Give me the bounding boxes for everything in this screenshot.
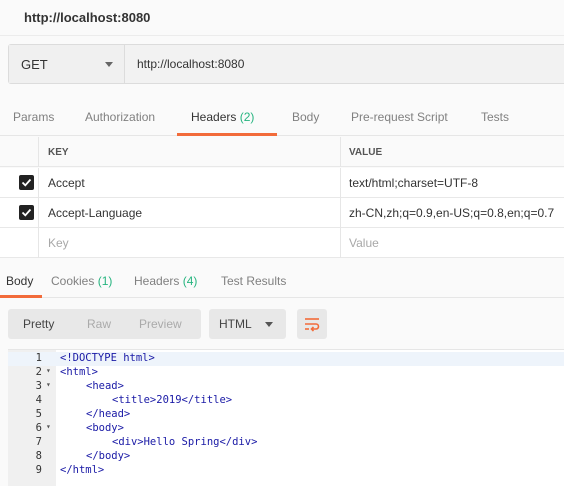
line-number: 2 xyxy=(35,366,42,378)
code-line: 1 <!DOCTYPE html> xyxy=(8,352,564,366)
active-tab-indicator xyxy=(177,133,277,136)
fold-toggle-icon[interactable]: ▾ xyxy=(46,380,51,389)
tab-response-body[interactable]: Body xyxy=(6,274,33,288)
row-checkbox[interactable] xyxy=(19,205,34,220)
request-tabs: Params Authorization Headers (2) Body Pr… xyxy=(0,100,564,136)
row-checkbox[interactable] xyxy=(19,175,34,190)
code-text: <head> xyxy=(86,380,124,392)
fold-toggle-icon[interactable]: ▾ xyxy=(46,366,51,375)
fold-toggle-icon[interactable]: ▾ xyxy=(46,422,51,431)
column-header-value: VALUE xyxy=(349,147,383,158)
header-value[interactable]: zh-CN,zh;q=0.9,en-US;q=0.8,en;q=0.7 xyxy=(349,206,554,220)
line-number: 4 xyxy=(35,394,42,406)
tab-cookies[interactable]: Cookies (1) xyxy=(51,274,112,288)
code-text: <div>Hello Spring</div> xyxy=(112,436,258,448)
tab-test-results[interactable]: Test Results xyxy=(221,274,286,288)
view-raw-button[interactable]: Raw xyxy=(87,317,111,331)
code-line: 4 <title>2019</title> xyxy=(8,394,564,408)
code-line: 5 </head> xyxy=(8,408,564,422)
code-text: <html> xyxy=(60,366,98,378)
url-input[interactable]: http://localhost:8080 xyxy=(137,57,244,71)
header-value[interactable]: text/html;charset=UTF-8 xyxy=(349,176,478,190)
window-title: http://localhost:8080 xyxy=(24,10,151,25)
tab-body[interactable]: Body xyxy=(292,110,319,124)
code-text: <!DOCTYPE html> xyxy=(60,352,155,364)
line-number: 7 xyxy=(35,436,42,448)
wrap-icon xyxy=(305,318,320,332)
cookies-count: (1) xyxy=(97,274,113,288)
response-body-editor[interactable]: 1 <!DOCTYPE html> 2 ▾ <html> 3 ▾ <head> 4 <title>… xyxy=(8,349,564,486)
chevron-down-icon xyxy=(265,322,273,327)
tab-pre-request-script[interactable]: Pre-request Script xyxy=(351,110,448,124)
code-text: </body> xyxy=(86,450,131,462)
view-preview-button[interactable]: Preview xyxy=(139,317,182,331)
tab-authorization[interactable]: Authorization xyxy=(85,110,155,124)
view-mode-group: Pretty Raw Preview xyxy=(8,309,201,339)
code-text: </head> xyxy=(86,408,131,420)
line-number: 8 xyxy=(35,450,42,462)
line-number: 3 xyxy=(35,380,42,392)
column-header-key: KEY xyxy=(48,147,69,158)
table-row-new: Key Value xyxy=(0,228,564,258)
line-number: 9 xyxy=(35,464,42,476)
code-text: <title>2019</title> xyxy=(112,394,233,406)
format-select[interactable]: HTML xyxy=(209,309,286,339)
code-line: 3 ▾ <head> xyxy=(8,380,564,394)
table-row: Accept-Language zh-CN,zh;q=0.9,en-US;q=0… xyxy=(0,198,564,228)
table-header-row: KEY VALUE xyxy=(0,137,564,167)
active-tab-indicator xyxy=(0,295,42,298)
request-bar: GET http://localhost:8080 xyxy=(8,44,564,84)
header-key[interactable]: Accept-Language xyxy=(48,206,142,220)
view-pretty-button[interactable]: Pretty xyxy=(23,317,54,331)
check-icon xyxy=(21,178,32,187)
code-line: 7 <div>Hello Spring</div> xyxy=(8,436,564,450)
wrap-lines-button[interactable] xyxy=(297,309,327,339)
code-line: 6 ▾ <body> xyxy=(8,422,564,436)
method-label: GET xyxy=(21,57,48,72)
check-icon xyxy=(21,208,32,217)
new-value-input[interactable]: Value xyxy=(349,236,379,250)
header-key[interactable]: Accept xyxy=(48,176,85,190)
method-select[interactable]: GET xyxy=(9,45,125,83)
title-bar: http://localhost:8080 xyxy=(0,0,564,36)
table-row: Accept text/html;charset=UTF-8 xyxy=(0,168,564,198)
chevron-down-icon xyxy=(105,62,113,67)
line-number: 5 xyxy=(35,408,42,420)
response-tabs: Body Cookies (1) Headers (4) Test Result… xyxy=(0,264,564,298)
tab-response-headers[interactable]: Headers (4) xyxy=(134,274,197,288)
format-label: HTML xyxy=(219,317,252,331)
headers-count: (2) xyxy=(239,110,255,124)
line-number: 1 xyxy=(35,352,42,364)
code-text: <body> xyxy=(86,422,124,434)
new-key-input[interactable]: Key xyxy=(48,236,69,250)
tab-headers[interactable]: Headers (2) xyxy=(191,110,254,124)
code-line: 8 </body> xyxy=(8,450,564,464)
code-line: 2 ▾ <html> xyxy=(8,366,564,380)
code-text: </html> xyxy=(60,464,105,476)
tab-tests[interactable]: Tests xyxy=(481,110,509,124)
tab-params[interactable]: Params xyxy=(13,110,54,124)
code-line: 9 </html> xyxy=(8,464,564,478)
response-headers-count: (4) xyxy=(182,274,198,288)
line-number: 6 xyxy=(35,422,42,434)
